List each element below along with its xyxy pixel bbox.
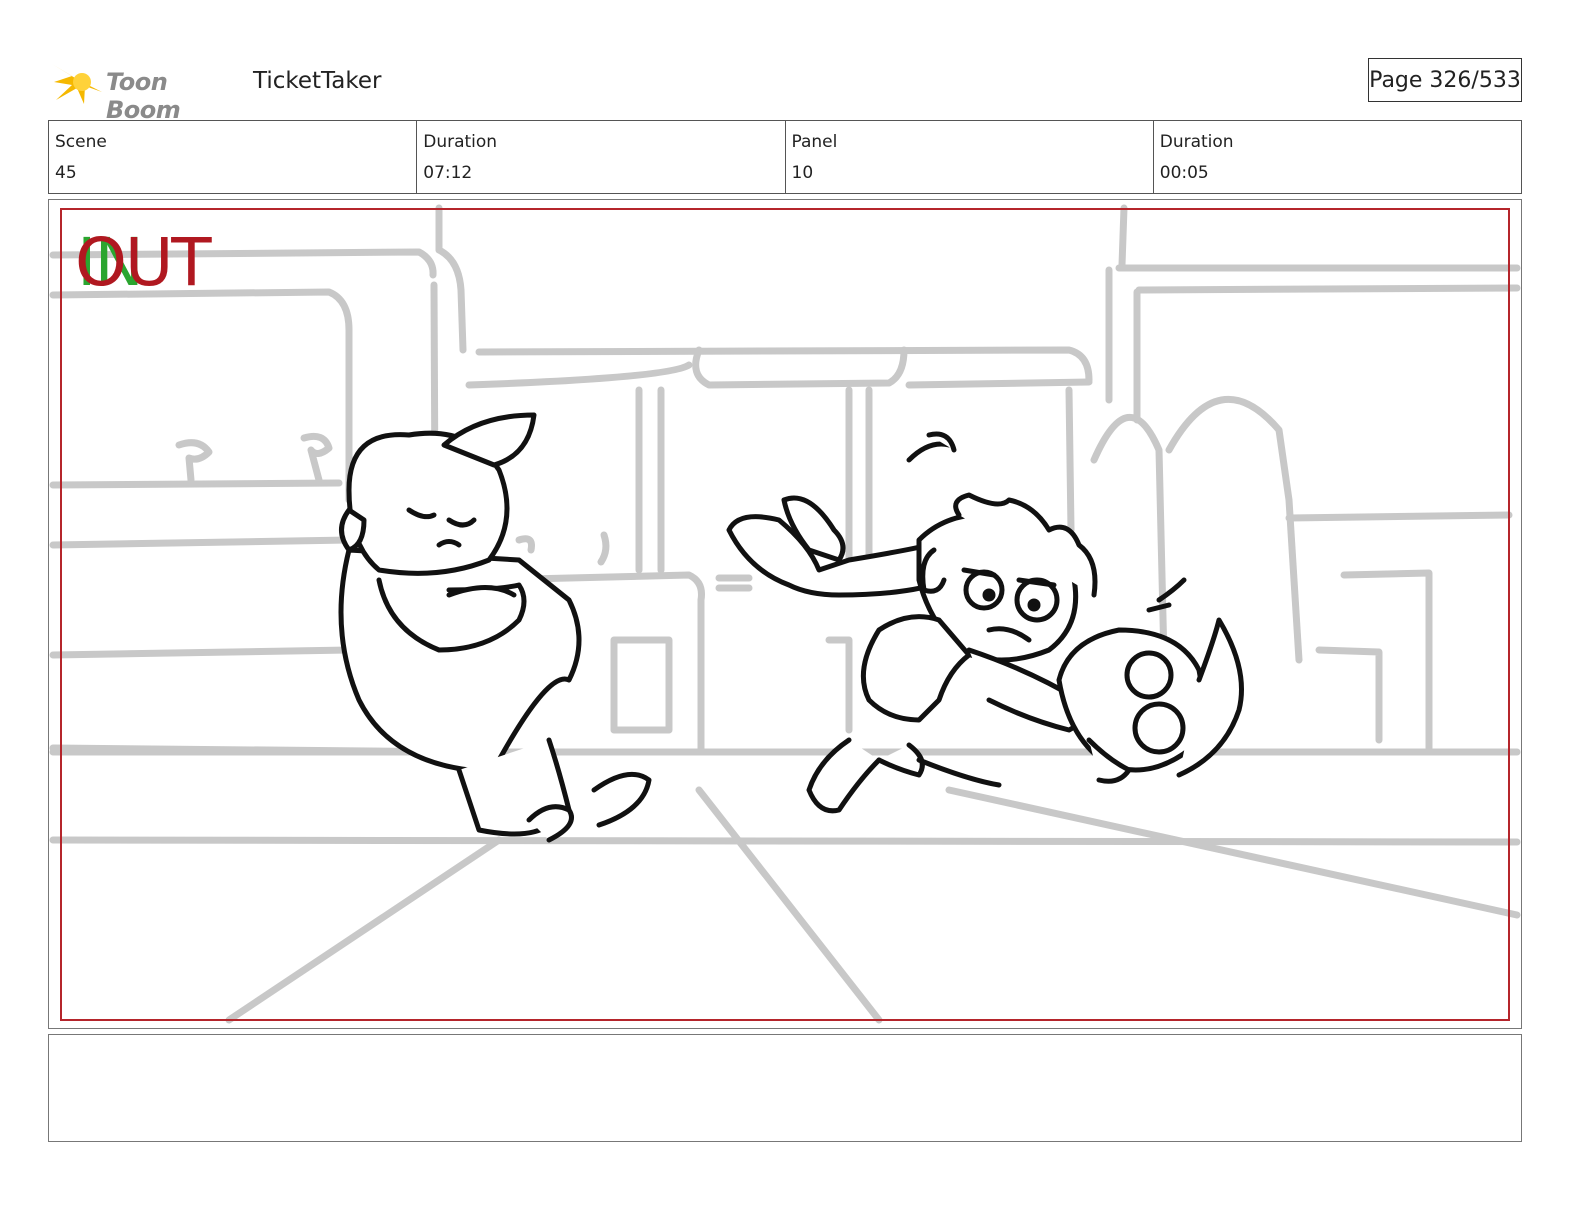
page-indicator: Page 326/533 (1368, 58, 1522, 102)
panel-info-table: Scene 45 Duration 07:12 Panel 10 Duratio… (48, 120, 1522, 194)
panel-label: Panel (791, 132, 838, 152)
storyboard-header: Toon Boom TicketTaker Page 326/533 (48, 52, 1522, 124)
scene-duration-cell: Duration 07:12 (417, 121, 786, 193)
storyboard-panel: IN OUT (48, 199, 1522, 1029)
toon-boom-logo: Toon Boom (50, 56, 240, 124)
safe-frame (60, 208, 1510, 1021)
panel-duration-label: Duration (1159, 132, 1234, 152)
scene-cell: Scene 45 (49, 121, 418, 193)
scene-value: 45 (55, 163, 77, 183)
scene-duration-value: 07:12 (423, 163, 473, 183)
project-title: TicketTaker (253, 68, 382, 94)
scene-label: Scene (55, 132, 107, 152)
out-marker: OUT (75, 224, 212, 301)
panel-notes-box[interactable] (48, 1034, 1522, 1142)
logo-text: Toon Boom (106, 68, 181, 124)
panel-duration-value: 00:05 (1159, 163, 1209, 183)
scene-duration-label: Duration (423, 132, 498, 152)
panel-value: 10 (791, 163, 814, 183)
starburst-icon (52, 64, 102, 104)
panel-cell: Panel 10 (786, 121, 1154, 193)
panel-duration-cell: Duration 00:05 (1154, 121, 1521, 193)
